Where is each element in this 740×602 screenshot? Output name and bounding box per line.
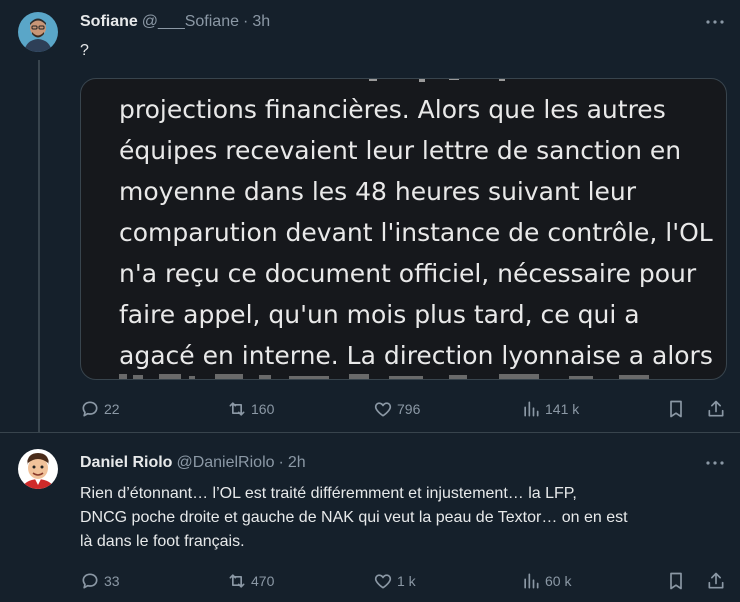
tweet-text: ?: [80, 42, 89, 59]
timestamp[interactable]: 2h: [288, 454, 306, 472]
reply-icon: [82, 401, 98, 417]
reply-count: 33: [104, 573, 120, 589]
bookmark-icon: [670, 572, 682, 590]
views-button[interactable]: 60 k: [521, 571, 571, 591]
timestamp[interactable]: 3h: [252, 13, 270, 31]
bookmark-button[interactable]: [666, 571, 686, 591]
separator: ·: [278, 454, 284, 471]
share-button[interactable]: [706, 571, 726, 591]
repost-button[interactable]: 160: [227, 399, 274, 419]
views-count: 60 k: [545, 573, 572, 589]
views-button[interactable]: 141 k: [521, 399, 579, 419]
repost-count: 160: [251, 401, 275, 417]
media-line: agacé en interne. La direction lyonnaise…: [119, 341, 713, 370]
tweet-media-image[interactable]: projections financières. Alors que les a…: [80, 78, 727, 380]
media-text-block: projections financières. Alors que les a…: [119, 89, 719, 376]
tweet-sofiane[interactable]: Sofiane @___Sofiane · 3h ? projections f…: [0, 0, 740, 432]
separator: ·: [243, 13, 249, 30]
share-button[interactable]: [706, 399, 726, 419]
like-icon: [374, 402, 392, 417]
tweet-daniel-riolo[interactable]: Daniel Riolo @DanielRiolo · 2h Rien d’ét…: [0, 432, 740, 602]
views-count: 141 k: [545, 401, 580, 417]
tweet-actions: 22 160 796 141 k: [80, 399, 728, 419]
like-icon: [374, 574, 392, 589]
repost-icon: [229, 574, 245, 588]
tweet-text-line: DNCG poche droite et gauche de NAK qui v…: [80, 509, 628, 526]
tweet-actions: 33 470 1 k 60 k: [80, 571, 728, 591]
reply-button[interactable]: 33: [80, 571, 120, 591]
media-line: comparution devant l'instance de contrôl…: [119, 218, 713, 247]
bookmark-button[interactable]: [666, 399, 686, 419]
thread-line: [38, 60, 40, 432]
reply-count: 22: [104, 401, 120, 417]
share-icon: [708, 400, 724, 417]
tweet-header: Sofiane @___Sofiane · 3h: [80, 12, 270, 32]
bookmark-icon: [670, 400, 682, 418]
like-button[interactable]: 796: [373, 399, 420, 419]
user-name[interactable]: Sofiane: [80, 13, 138, 31]
more-icon[interactable]: [704, 12, 726, 32]
avatar-daniel-riolo[interactable]: [18, 449, 58, 489]
tweet-text-line: là dans le foot français.: [80, 533, 245, 550]
like-count: 1 k: [397, 573, 416, 589]
tweet-header: Daniel Riolo @DanielRiolo · 2h: [80, 453, 306, 473]
media-cut-bottom: [119, 374, 649, 379]
repost-count: 470: [251, 573, 275, 589]
like-button[interactable]: 1 k: [373, 571, 416, 591]
more-icon[interactable]: [704, 453, 726, 473]
tweet-text-line: Rien d’étonnant… l’OL est traité différe…: [80, 485, 577, 502]
media-line: n'a reçu ce document officiel, nécessair…: [119, 259, 697, 288]
user-name[interactable]: Daniel Riolo: [80, 454, 172, 472]
media-line: projections financières. Alors que les a…: [119, 95, 666, 124]
media-line: moyenne dans les 48 heures suivant leur: [119, 177, 637, 206]
repost-icon: [229, 402, 245, 416]
tweet-text: Rien d’étonnant… l’OL est traité différe…: [80, 482, 628, 554]
user-handle[interactable]: @DanielRiolo: [176, 454, 274, 472]
media-cut-top: [369, 79, 505, 82]
share-icon: [708, 572, 724, 589]
user-handle[interactable]: @___Sofiane: [142, 13, 239, 31]
views-icon: [524, 573, 539, 589]
avatar-sofiane[interactable]: [18, 12, 58, 52]
media-line: équipes recevaient leur lettre de sancti…: [119, 136, 682, 165]
like-count: 796: [397, 401, 421, 417]
reply-button[interactable]: 22: [80, 399, 120, 419]
repost-button[interactable]: 470: [227, 571, 274, 591]
views-icon: [524, 401, 539, 417]
media-line: faire appel, qu'un mois plus tard, ce qu…: [119, 300, 640, 329]
reply-icon: [82, 573, 98, 589]
